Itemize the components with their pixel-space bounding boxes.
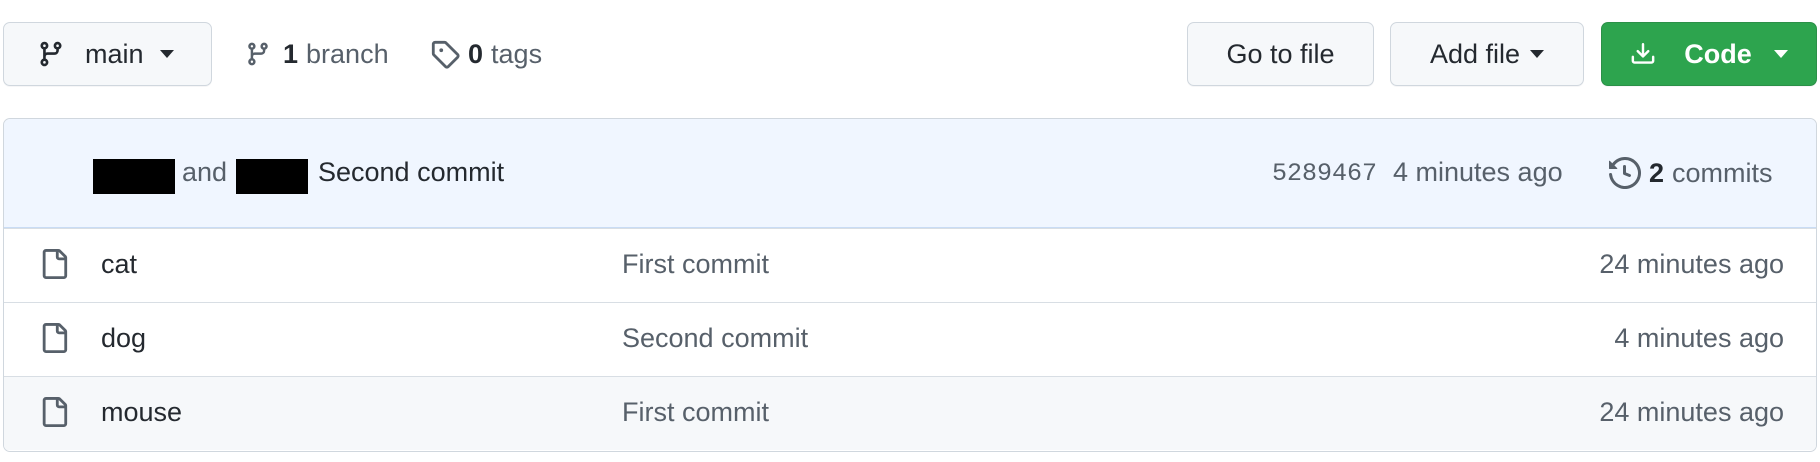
code-button[interactable]: Code: [1601, 22, 1817, 86]
tags-count: 0: [468, 38, 484, 69]
file-icon: [42, 397, 68, 427]
go-to-file-label: Go to file: [1226, 38, 1335, 69]
git-branch-icon: [40, 41, 62, 67]
latest-commit-message[interactable]: Second commit: [318, 157, 504, 188]
commit-author-joiner: and: [182, 157, 228, 187]
redacted-author-avatar: [93, 159, 175, 194]
repo-toolbar: main 1 branch 0 tags Go to file Add file…: [0, 0, 1820, 110]
branches-link[interactable]: 1 branch: [245, 22, 389, 86]
file-row[interactable]: cat First commit 24 minutes ago: [4, 228, 1816, 302]
commits-label: commits: [1672, 157, 1773, 188]
file-commit-message[interactable]: Second commit: [622, 323, 808, 354]
chevron-down-icon: [1773, 50, 1788, 58]
file-icon: [42, 249, 68, 279]
go-to-file-button[interactable]: Go to file: [1187, 22, 1374, 86]
branches-count: 1: [283, 38, 299, 69]
commits-count: 2: [1649, 157, 1665, 188]
chevron-down-icon: [1530, 50, 1545, 58]
history-icon: [1609, 157, 1641, 189]
redacted-committer-avatar: [236, 159, 308, 194]
file-commit-message[interactable]: First commit: [622, 249, 769, 280]
branch-name: main: [85, 38, 144, 69]
branch-select-button[interactable]: main: [3, 22, 212, 86]
tags-link[interactable]: 0 tags: [430, 22, 542, 86]
file-commit-age: 24 minutes ago: [1599, 249, 1784, 279]
git-branch-icon: [248, 42, 268, 66]
file-row[interactable]: mouse First commit 24 minutes ago: [4, 376, 1816, 450]
file-icon: [42, 323, 68, 353]
commit-sha-link[interactable]: 5289467: [1272, 159, 1377, 188]
add-file-button[interactable]: Add file: [1390, 22, 1584, 86]
commit-age: 4 minutes ago: [1393, 157, 1563, 187]
download-icon: [1631, 43, 1655, 64]
file-commit-message[interactable]: First commit: [622, 397, 769, 428]
tags-label: tags: [491, 38, 543, 69]
latest-commit-bar: and Second commit 5289467 4 minutes ago …: [4, 119, 1816, 228]
file-list-box: and Second commit 5289467 4 minutes ago …: [3, 118, 1817, 452]
file-name-link[interactable]: cat: [101, 249, 137, 280]
chevron-down-icon: [159, 50, 174, 58]
file-row[interactable]: dog Second commit 4 minutes ago: [4, 302, 1816, 376]
file-name-link[interactable]: mouse: [101, 397, 182, 428]
code-label: Code: [1684, 38, 1752, 69]
file-name-link[interactable]: dog: [101, 323, 146, 354]
file-commit-age: 24 minutes ago: [1599, 397, 1784, 427]
branches-label: branch: [306, 38, 389, 69]
add-file-label: Add file: [1429, 38, 1521, 69]
tag-icon: [431, 40, 460, 69]
file-commit-age: 4 minutes ago: [1614, 323, 1784, 353]
commits-history-link[interactable]: 2 commits: [1609, 153, 1773, 193]
